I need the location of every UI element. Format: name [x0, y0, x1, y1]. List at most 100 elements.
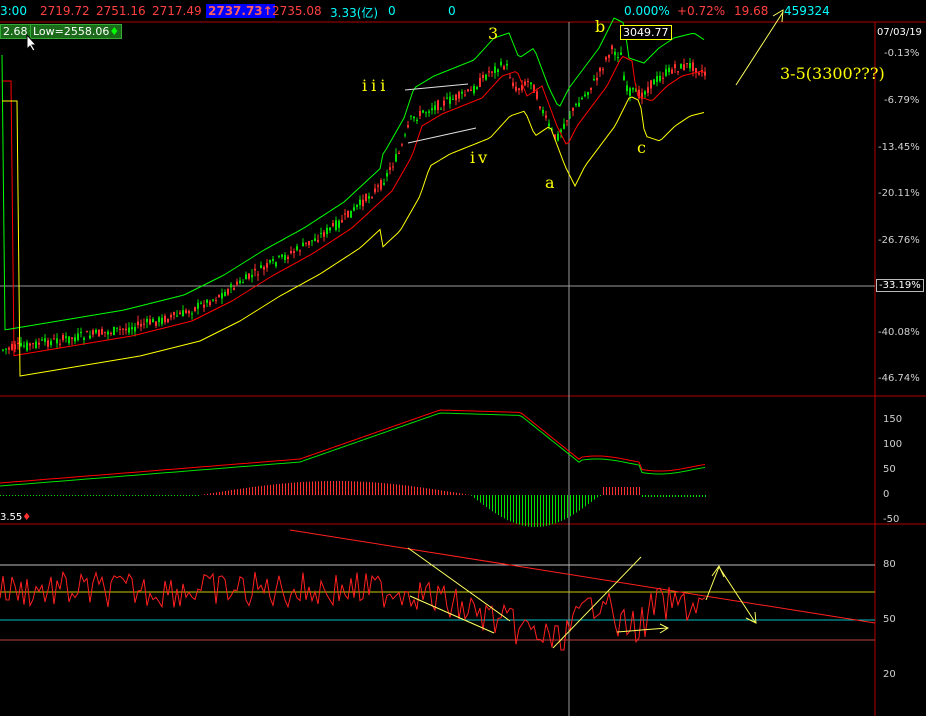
- candle-body: [440, 108, 442, 110]
- axis-tick: -40.08%: [878, 327, 920, 338]
- chart-canvas[interactable]: [0, 0, 926, 716]
- macd-histogram-bar: [429, 488, 430, 495]
- candle-body: [248, 273, 250, 279]
- candle-body: [542, 109, 544, 114]
- macd-histogram-bar: [498, 495, 499, 516]
- macd-histogram-bar: [228, 490, 229, 495]
- macd-histogram-bar: [72, 495, 73, 496]
- candle-body: [287, 256, 289, 260]
- macd-histogram-bar: [426, 488, 427, 495]
- macd-histogram-bar: [483, 495, 484, 505]
- candle-body: [362, 199, 364, 207]
- candle-body: [659, 75, 661, 82]
- macd-histogram-bar: [381, 482, 382, 495]
- candle-body: [128, 327, 130, 333]
- macd-histogram-bar: [588, 495, 589, 505]
- candle-body: [623, 75, 625, 81]
- candle-body: [68, 336, 70, 344]
- macd-histogram-bar: [627, 487, 628, 495]
- macd-histogram-bar: [366, 481, 367, 495]
- rsi-wedge-bottom: [409, 595, 495, 634]
- candle-body: [245, 274, 247, 280]
- candle-body: [689, 62, 691, 69]
- macd-histogram-bar: [549, 495, 550, 526]
- candle-body: [86, 331, 88, 333]
- macd-histogram-bar: [462, 493, 463, 495]
- macd-histogram-bar: [330, 481, 331, 495]
- macd-histogram-bar: [171, 495, 172, 496]
- macd-histogram-bar: [39, 495, 40, 496]
- macd-histogram-bar: [48, 495, 49, 496]
- candle-body: [80, 331, 82, 334]
- candle-body: [296, 246, 298, 251]
- macd-histogram-bar: [414, 486, 415, 495]
- macd-histogram-bar: [93, 495, 94, 496]
- macd-histogram-bar: [705, 495, 706, 497]
- candle-body: [242, 282, 244, 284]
- macd-histogram-bar: [312, 481, 313, 495]
- macd-histogram-bar: [666, 495, 667, 497]
- candle-body: [101, 329, 103, 335]
- macd-histogram-bar: [273, 484, 274, 495]
- macd-histogram-bar: [699, 495, 700, 497]
- macd-histogram-bar: [393, 484, 394, 495]
- macd-histogram-bar: [615, 487, 616, 495]
- candle-body: [518, 88, 520, 91]
- candle-body: [185, 310, 187, 313]
- candle-body: [401, 144, 403, 146]
- macd-histogram-bar: [369, 482, 370, 495]
- crosshair: [0, 22, 875, 716]
- candle-body: [611, 45, 613, 49]
- candle-body: [437, 100, 439, 110]
- candle-body: [680, 64, 682, 69]
- macd-histogram-bar: [396, 484, 397, 495]
- macd-histogram-bar: [522, 495, 523, 526]
- macd-histogram-bar: [264, 485, 265, 495]
- cursor-value-label: -33.19%: [876, 279, 924, 292]
- candle-body: [20, 342, 22, 347]
- target-arrow-line: [735, 11, 784, 86]
- macd-histogram-bar: [297, 482, 298, 495]
- candle-body: [563, 123, 565, 129]
- macd-histogram-bar: [612, 487, 613, 495]
- macd-histogram-bar: [507, 495, 508, 520]
- macd-histogram-bar: [555, 495, 556, 524]
- date-label: 07/03/19: [877, 27, 922, 38]
- candle-body: [692, 62, 694, 71]
- candle-body: [323, 232, 325, 237]
- candle-body: [23, 345, 25, 347]
- macd-histogram-bar: [258, 486, 259, 495]
- macd-histogram-bar: [255, 486, 256, 495]
- candle-body: [584, 94, 586, 97]
- candle-body: [164, 315, 166, 323]
- macd-histogram-bar: [456, 492, 457, 495]
- candle-body: [605, 57, 607, 60]
- candle-body: [203, 304, 205, 308]
- macd-histogram-bar: [528, 495, 529, 527]
- macd-histogram-bar: [495, 495, 496, 514]
- macd-histogram-bar: [435, 489, 436, 495]
- candle-body: [491, 71, 493, 73]
- macd-histogram-bar: [636, 487, 637, 495]
- macd-histogram-bar: [60, 495, 61, 496]
- macd-histogram-bar: [153, 495, 154, 496]
- candle-body: [407, 125, 409, 128]
- macd-histogram-bar: [450, 491, 451, 495]
- candle-body: [464, 94, 466, 96]
- macd-histogram-bar: [492, 495, 493, 512]
- macd-histogram-bar: [3, 495, 4, 496]
- macd-histogram-bar: [696, 495, 697, 497]
- candle-body: [56, 338, 58, 344]
- candle-body: [662, 77, 664, 79]
- macd-histogram-bar: [465, 494, 466, 495]
- candle-body: [119, 328, 121, 330]
- macd-histogram-bar: [513, 495, 514, 523]
- macd-histogram-bar: [657, 495, 658, 497]
- candle-body: [389, 167, 391, 170]
- macd-histogram-bar: [54, 495, 55, 496]
- macd-histogram-bar: [291, 482, 292, 495]
- macd-histogram-bar: [30, 495, 31, 496]
- macd-histogram-bar: [336, 481, 337, 495]
- macd-histogram-bar: [207, 493, 208, 495]
- candle-body: [386, 172, 388, 177]
